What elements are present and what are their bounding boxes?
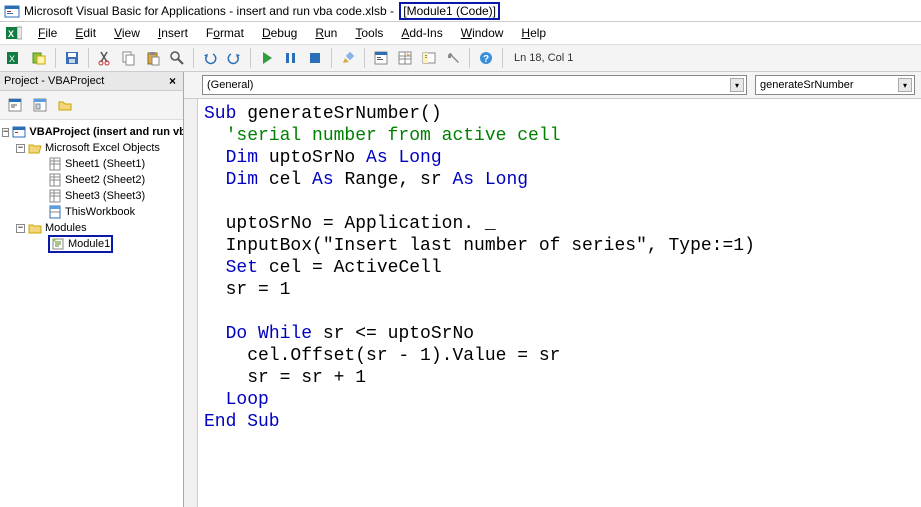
chevron-down-icon: ▾ <box>730 78 744 92</box>
view-excel-button[interactable]: X <box>4 47 26 69</box>
tree-module1[interactable]: Module1 <box>68 238 110 250</box>
tree-root[interactable]: VBAProject (insert and run vba code.xlsb… <box>29 126 183 138</box>
tree-modules[interactable]: Modules <box>45 222 87 234</box>
sheet-icon <box>48 173 62 187</box>
object-browser-button[interactable] <box>418 47 440 69</box>
toolbox-button[interactable] <box>442 47 464 69</box>
tree-thisworkbook[interactable]: ThisWorkbook <box>65 206 135 218</box>
code-dropdown-bar: (General)▾ generateSrNumber▾ <box>184 72 921 99</box>
selected-module-highlight: Module1 <box>48 235 113 253</box>
code-editor-area: (General)▾ generateSrNumber▾ Sub generat… <box>184 72 921 507</box>
svg-text:X: X <box>8 29 14 39</box>
find-button[interactable] <box>166 47 188 69</box>
project-explorer-toolbar <box>0 91 183 120</box>
redo-button[interactable] <box>223 47 245 69</box>
title-bar: Microsoft Visual Basic for Applications … <box>0 0 921 22</box>
project-tree[interactable]: −VBAProject (insert and run vba code.xls… <box>0 120 183 507</box>
code-gutter <box>184 99 198 507</box>
cursor-position-status: Ln 18, Col 1 <box>508 52 579 64</box>
view-code-button[interactable] <box>4 94 26 116</box>
svg-text:?: ? <box>483 54 489 65</box>
menu-window[interactable]: Window <box>453 24 512 42</box>
reset-button[interactable] <box>304 47 326 69</box>
collapse-icon[interactable]: − <box>16 224 25 233</box>
folder-icon <box>28 221 42 235</box>
insert-module-button[interactable] <box>28 47 50 69</box>
tree-sheet1[interactable]: Sheet1 (Sheet1) <box>65 158 145 170</box>
folder-open-icon <box>28 141 42 155</box>
menu-debug[interactable]: Debug <box>254 24 305 42</box>
design-mode-button[interactable] <box>337 47 359 69</box>
collapse-icon[interactable]: − <box>16 144 25 153</box>
project-explorer-title: Project - VBAProject × <box>0 72 183 91</box>
menu-help[interactable]: Help <box>513 24 554 42</box>
save-button[interactable] <box>61 47 83 69</box>
vbaproject-icon <box>12 125 26 139</box>
close-panel-button[interactable]: × <box>166 74 179 88</box>
title-module-highlight: [Module1 (Code)] <box>399 2 500 20</box>
module-icon <box>51 237 65 251</box>
cut-button[interactable] <box>94 47 116 69</box>
tree-excel-objects[interactable]: Microsoft Excel Objects <box>45 142 160 154</box>
collapse-icon[interactable]: − <box>2 128 9 137</box>
procedure-dropdown[interactable]: generateSrNumber▾ <box>755 75 915 95</box>
object-dropdown[interactable]: (General)▾ <box>202 75 747 95</box>
sheet-icon <box>48 157 62 171</box>
project-explorer-panel: Project - VBAProject × −VBAProject (inse… <box>0 72 184 507</box>
code-editor[interactable]: Sub generateSrNumber() 'serial number fr… <box>198 99 921 507</box>
chevron-down-icon: ▾ <box>898 78 912 92</box>
menu-edit[interactable]: Edit <box>67 24 104 42</box>
paste-button[interactable] <box>142 47 164 69</box>
copy-button[interactable] <box>118 47 140 69</box>
workbook-icon <box>48 205 62 219</box>
run-button[interactable] <box>256 47 278 69</box>
break-button[interactable] <box>280 47 302 69</box>
toolbar: X ? Ln 18, Col 1 <box>0 44 921 72</box>
toggle-folders-button[interactable] <box>54 94 76 116</box>
tree-sheet2[interactable]: Sheet2 (Sheet2) <box>65 174 145 186</box>
tree-sheet3[interactable]: Sheet3 (Sheet3) <box>65 190 145 202</box>
menu-file[interactable]: File <box>30 24 65 42</box>
menu-run[interactable]: Run <box>307 24 345 42</box>
svg-text:X: X <box>9 54 15 64</box>
menu-view[interactable]: View <box>106 24 148 42</box>
help-button[interactable]: ? <box>475 47 497 69</box>
menu-insert[interactable]: Insert <box>150 24 196 42</box>
properties-button[interactable] <box>394 47 416 69</box>
menu-addins[interactable]: Add-Ins <box>393 24 450 42</box>
menu-format[interactable]: Format <box>198 24 252 42</box>
undo-button[interactable] <box>199 47 221 69</box>
excel-icon[interactable]: X <box>6 25 22 41</box>
project-explorer-button[interactable] <box>370 47 392 69</box>
menu-tools[interactable]: Tools <box>347 24 391 42</box>
window-title: Microsoft Visual Basic for Applications … <box>24 4 500 18</box>
vba-app-icon <box>4 3 20 19</box>
view-object-button[interactable] <box>29 94 51 116</box>
menu-bar: X File Edit View Insert Format Debug Run… <box>0 22 921 44</box>
sheet-icon <box>48 189 62 203</box>
